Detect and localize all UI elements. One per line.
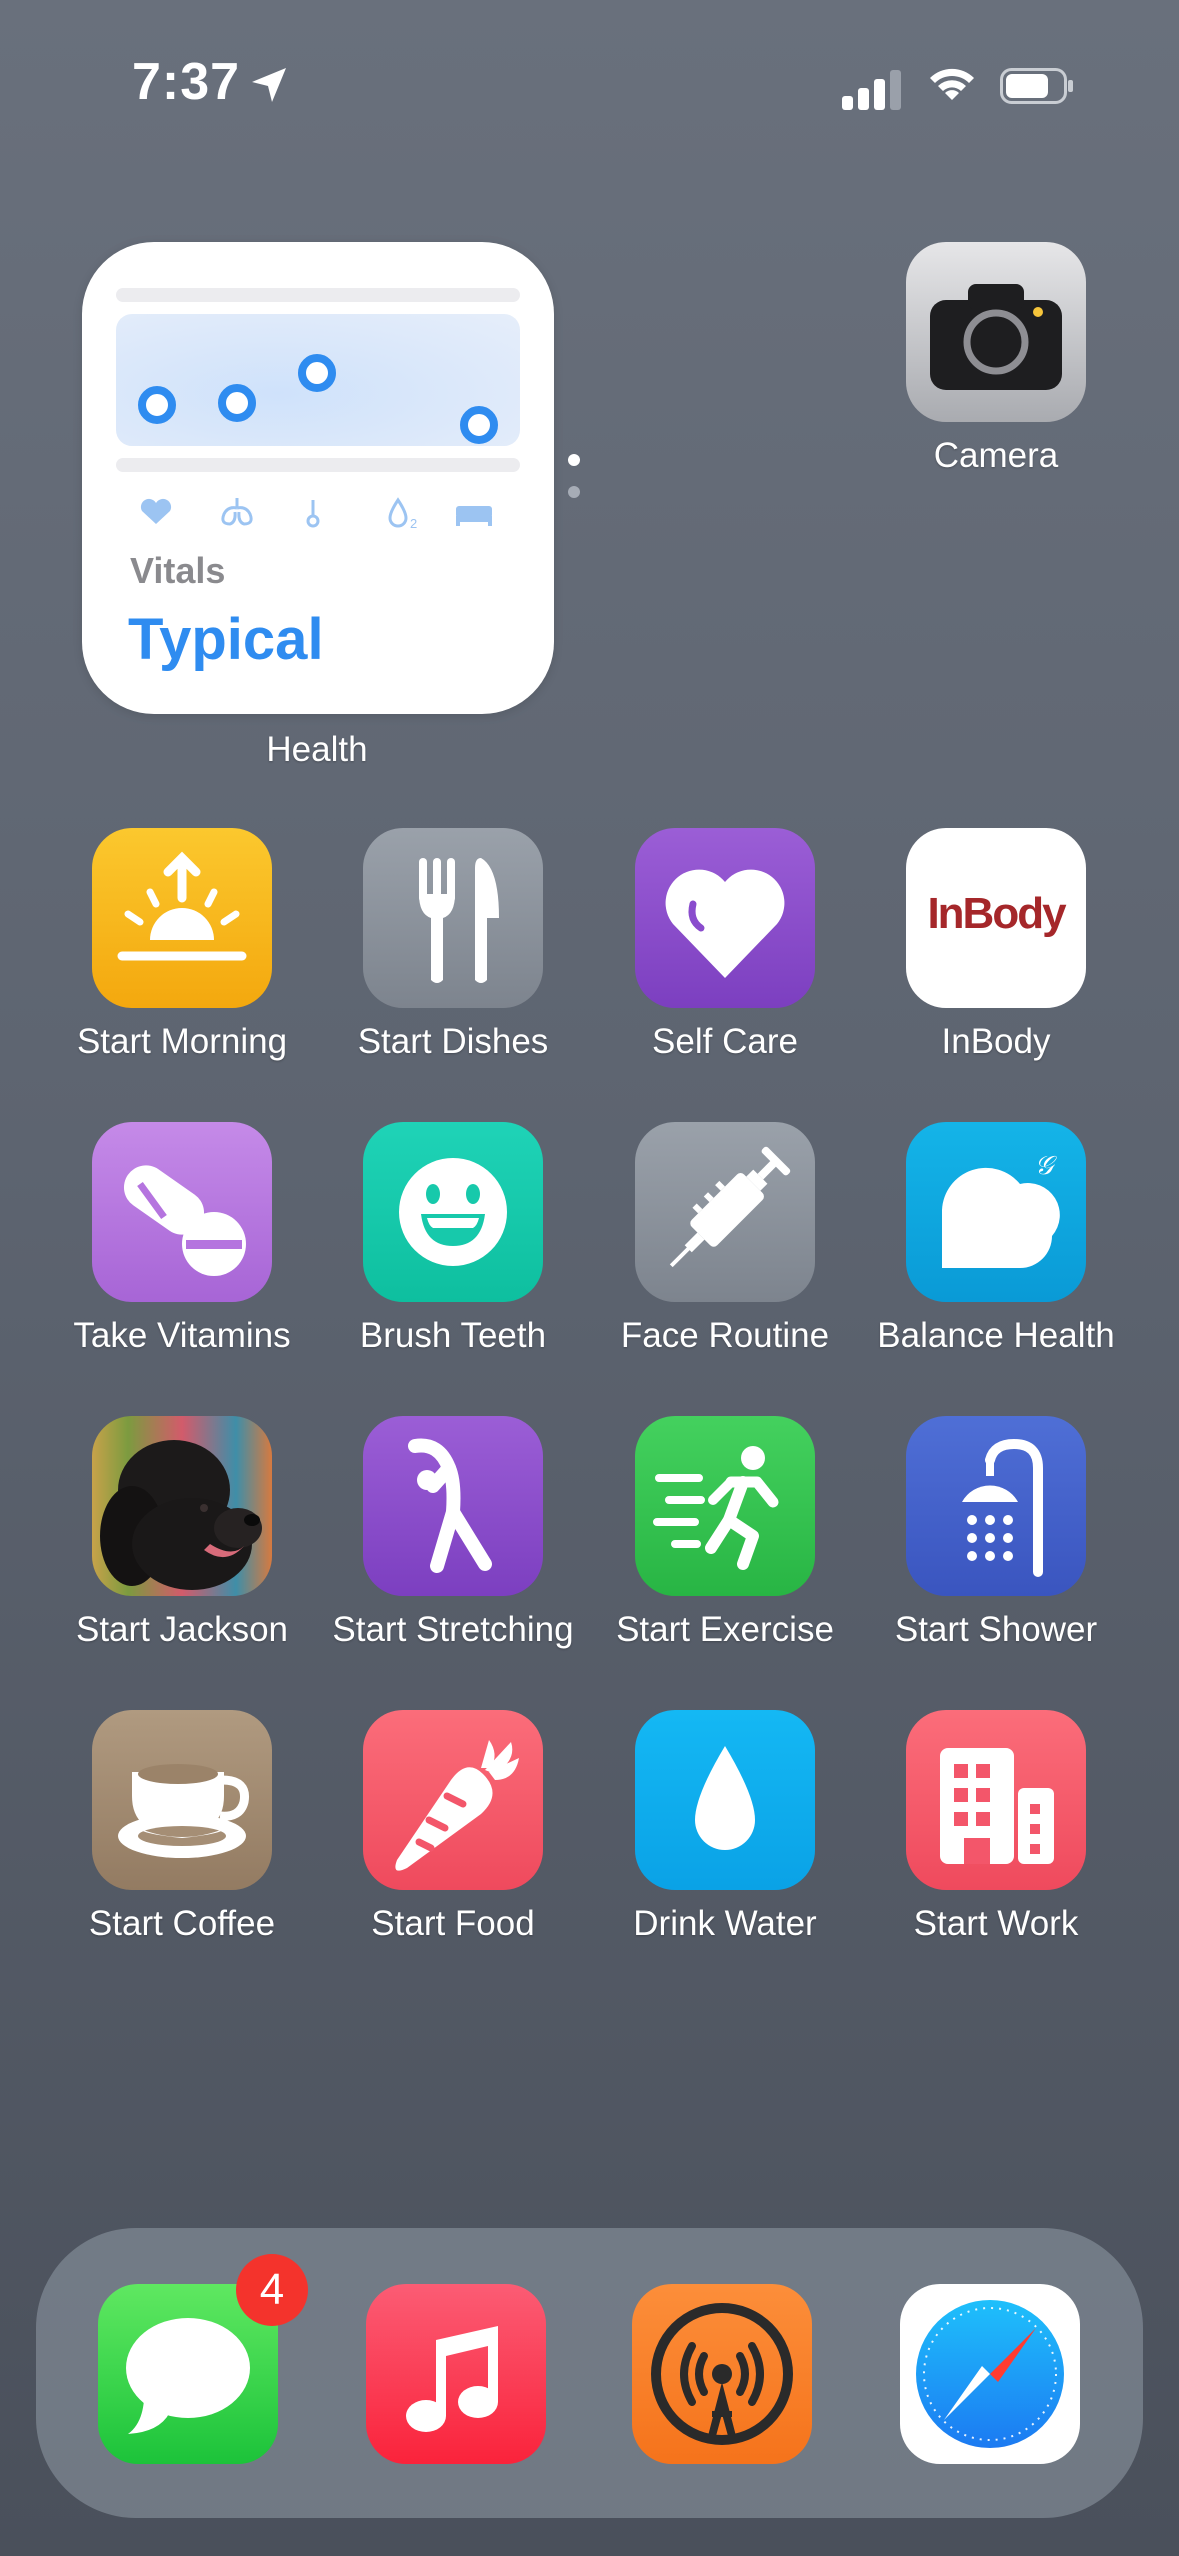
widget-page-dot-active: [568, 454, 580, 466]
take-vitamins-label: Take Vitamins: [73, 1316, 291, 1355]
balance-health-app-icon[interactable]: 𝒢: [906, 1122, 1086, 1302]
start-shower-app-icon[interactable]: [906, 1416, 1086, 1596]
battery-icon: [1000, 68, 1073, 104]
self-care-app-icon[interactable]: [635, 828, 815, 1008]
balance-health-label: Balance Health: [877, 1316, 1115, 1355]
start-stretching-app-icon[interactable]: [363, 1416, 543, 1596]
start-exercise-label: Start Exercise: [616, 1610, 834, 1649]
start-work-label: Start Work: [913, 1904, 1079, 1943]
vital-point: [298, 354, 336, 392]
vital-point: [218, 384, 256, 422]
start-work-app-icon[interactable]: [906, 1710, 1086, 1890]
start-morning-label: Start Morning: [76, 1022, 288, 1061]
health-widget-label: Health: [266, 730, 368, 769]
widget-status: Typical: [128, 607, 324, 672]
start-jackson-app-icon[interactable]: [92, 1416, 272, 1596]
bed-icon: [456, 506, 492, 526]
cellular-signal-icon: [842, 70, 901, 110]
start-dishes-label: Start Dishes: [357, 1022, 549, 1061]
inbody-logo: InBody: [927, 889, 1067, 938]
face-routine-app-icon[interactable]: [635, 1122, 815, 1302]
messages-unread-badge: 4: [236, 2254, 308, 2326]
heart-icon: [140, 498, 172, 524]
status-time: 7:37: [132, 53, 241, 111]
oxygen-drop-icon: 2: [388, 497, 417, 530]
grinning-face-icon: [399, 1158, 507, 1266]
start-coffee-app-icon[interactable]: [92, 1710, 272, 1890]
vital-point: [138, 386, 176, 424]
wifi-icon: [930, 68, 974, 100]
drink-water-label: Drink Water: [633, 1904, 817, 1943]
health-vitals-widget[interactable]: 2 Vitals Typical: [82, 242, 554, 714]
start-shower-label: Start Shower: [894, 1610, 1098, 1649]
inbody-app-icon[interactable]: InBody: [906, 828, 1086, 1008]
brush-teeth-label: Brush Teeth: [359, 1316, 547, 1355]
lungs-icon: [221, 498, 253, 526]
self-care-label: Self Care: [652, 1022, 798, 1061]
take-vitamins-app-icon[interactable]: [92, 1122, 272, 1302]
widget-page-dot: [568, 486, 580, 498]
start-jackson-label: Start Jackson: [75, 1610, 289, 1649]
thermometer-icon: [306, 500, 320, 528]
start-food-label: Start Food: [371, 1904, 535, 1943]
drink-water-app-icon[interactable]: [635, 1710, 815, 1890]
start-coffee-label: Start Coffee: [88, 1904, 276, 1943]
widget-divider: [116, 458, 520, 472]
compass-icon: [916, 2300, 1064, 2448]
start-exercise-app-icon[interactable]: [635, 1416, 815, 1596]
camera-label: Camera: [933, 436, 1059, 475]
safari-app-icon[interactable]: [900, 2284, 1080, 2464]
brush-teeth-app-icon[interactable]: [363, 1122, 543, 1302]
vitals-category-icons: 2: [140, 497, 492, 530]
face-routine-label: Face Routine: [620, 1316, 830, 1355]
location-arrow-icon: [252, 68, 286, 102]
vital-point: [460, 406, 498, 444]
svg-text:2: 2: [410, 516, 417, 530]
start-morning-app-icon[interactable]: [92, 828, 272, 1008]
camera-app-icon[interactable]: [906, 242, 1086, 422]
inbody-label: InBody: [941, 1022, 1051, 1061]
music-app-icon[interactable]: [366, 2284, 546, 2464]
start-dishes-app-icon[interactable]: [363, 828, 543, 1008]
start-food-app-icon[interactable]: [363, 1710, 543, 1890]
widget-caption: Vitals: [130, 550, 226, 591]
start-stretching-label: Start Stretching: [332, 1610, 574, 1649]
overcast-app-icon[interactable]: [632, 2284, 812, 2464]
widget-divider: [116, 288, 520, 302]
